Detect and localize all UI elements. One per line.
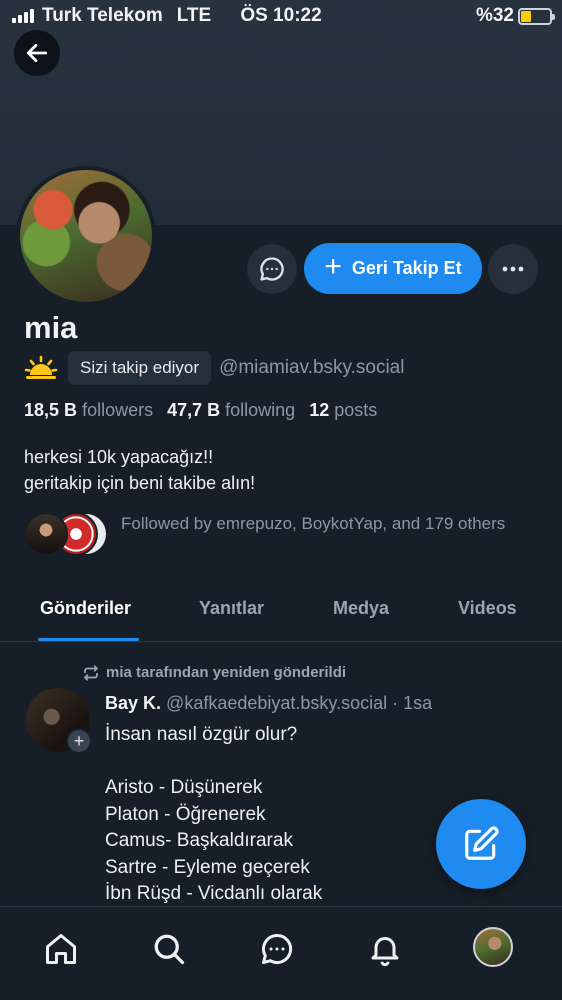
nav-home[interactable] (41, 929, 81, 969)
tab-gonderiler[interactable]: Gönderiler (40, 598, 131, 619)
avatar (24, 512, 68, 556)
ellipsis-icon (502, 266, 524, 272)
followed-by-row[interactable]: Followed by emrepuzo, BoykotYap, and 179… (24, 512, 544, 558)
profile-tabs: Gönderiler Yanıtlar Medya Videos (0, 590, 562, 642)
following-stat[interactable]: 47,7 B following (167, 400, 295, 421)
bell-icon (371, 937, 399, 967)
bio-line: herkesi 10k yapacağız!! (24, 447, 214, 467)
plus-icon: + (324, 250, 342, 283)
home-icon (46, 934, 76, 964)
following-count: 47,7 B (167, 400, 221, 420)
nav-search[interactable] (149, 929, 189, 969)
battery-icon (518, 7, 555, 25)
nav-profile-avatar[interactable] (473, 927, 513, 967)
post-author-name[interactable]: Bay K. (105, 693, 161, 713)
profile-avatar[interactable] (16, 166, 156, 306)
followers-avatar-stack (24, 512, 110, 558)
active-tab-indicator (38, 638, 139, 641)
status-bar: Turk Telekom LTE ÖS 10:22 %32 (0, 0, 562, 32)
profile-bio: herkesi 10k yapacağız!! geritakip için b… (24, 444, 255, 496)
post-time-separator: · (392, 693, 399, 713)
follows-you-badge: Sizi takip ediyor (68, 351, 212, 385)
followed-by-text: Followed by emrepuzo, BoykotYap, and 179… (121, 514, 506, 533)
repost-icon (84, 664, 98, 681)
profile-meta-row: Sizi takip ediyor @miamiav.bsky.social (24, 351, 404, 385)
post-header: Bay K. @kafkaedebiyat.bsky.social · 1sa (105, 693, 432, 714)
nav-notifications[interactable] (365, 929, 405, 969)
bottom-navigation (0, 906, 562, 1000)
followers-count: 18,5 B (24, 400, 78, 420)
posts-stat: 12 posts (309, 400, 377, 421)
posts-label: posts (334, 400, 378, 420)
profile-stats: 18,5 B followers 47,7 B following 12 pos… (24, 400, 377, 421)
repost-label: mia tarafından yeniden gönderildi (106, 664, 347, 681)
post-body[interactable]: İnsan nasıl özgür olur? Aristo - Düşüner… (105, 722, 322, 908)
posts-count: 12 (309, 400, 330, 420)
chat-bubble-icon (260, 257, 284, 281)
post-line-gap (105, 749, 322, 776)
follow-back-label: Geri Takip Et (351, 258, 462, 278)
follow-back-button[interactable]: + Geri Takip Et (304, 243, 482, 294)
bio-line: geritakip için beni takibe alın! (24, 473, 256, 493)
compose-button[interactable] (436, 799, 526, 889)
follow-author-plus-icon[interactable]: + (66, 728, 92, 754)
battery-percent: %32 (475, 5, 514, 26)
compose-icon (465, 826, 499, 860)
message-button[interactable] (247, 244, 297, 294)
repost-indicator[interactable]: mia tarafından yeniden gönderildi (82, 664, 346, 681)
post-line: Platon - Öğrenerek (105, 803, 266, 825)
post-line: Sartre - Eyleme geçerek (105, 856, 310, 878)
status-right: %32 (475, 5, 555, 27)
profile-name: mia (24, 310, 78, 345)
post-line: İnsan nasıl özgür olur? (105, 724, 298, 745)
chat-icon (262, 933, 293, 964)
post-line: Aristo - Düşünerek (105, 777, 263, 798)
post-time[interactable]: 1sa (403, 693, 432, 713)
nav-chat[interactable] (257, 929, 297, 969)
post-line: İbn Rüşd - Vicdanlı olarak (105, 883, 323, 904)
profile-handle[interactable]: @miamiav.bsky.social (219, 357, 404, 379)
post-line: Camus- Başkaldırarak (105, 830, 293, 851)
followers-label: followers (82, 400, 154, 420)
followers-stat[interactable]: 18,5 B followers (24, 400, 153, 421)
battery-fill (521, 10, 531, 22)
search-icon (154, 934, 185, 965)
following-label: following (225, 400, 296, 420)
sunrise-emoji (24, 355, 58, 379)
arrow-left-icon (26, 44, 48, 62)
tab-videos[interactable]: Videos (458, 598, 517, 619)
post-author-handle[interactable]: @kafkaedebiyat.bsky.social (166, 693, 387, 713)
back-button[interactable] (14, 30, 60, 76)
tab-yanitlar[interactable]: Yanıtlar (199, 598, 264, 619)
tab-medya[interactable]: Medya (333, 598, 389, 619)
more-options-button[interactable] (488, 244, 538, 294)
